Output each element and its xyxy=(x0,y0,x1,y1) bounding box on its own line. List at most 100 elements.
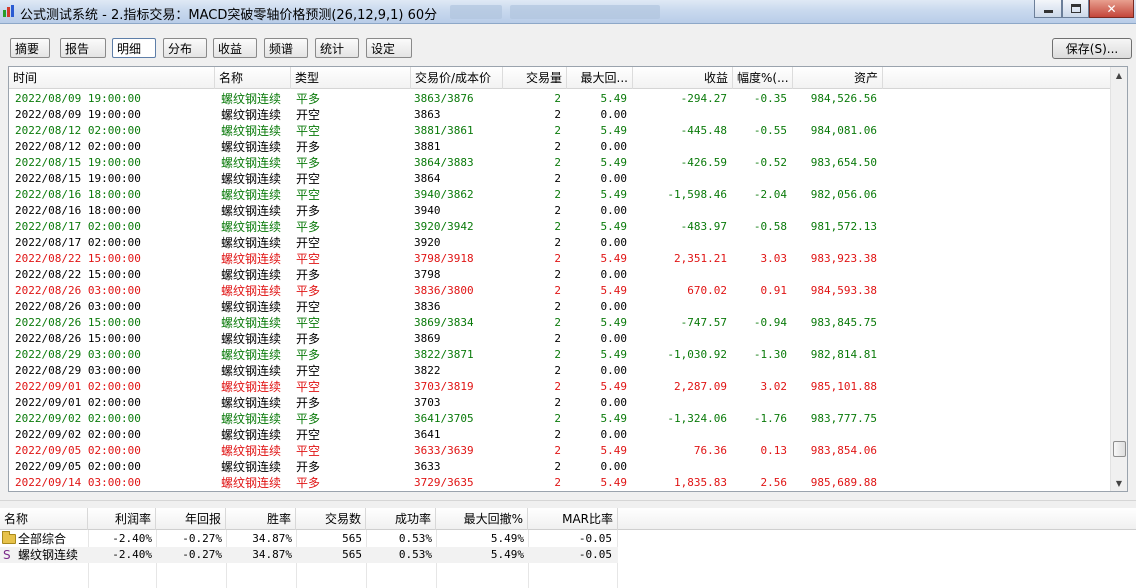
table-row[interactable]: 2022/08/09 19:00:00 螺纹钢连续 平多 3863/3876 2 5.49… xyxy=(9,91,1111,107)
trade-detail-list[interactable]: 时间 名称 类型 交易价/成本价 交易量 最大回... 收益 幅度%(... 资… xyxy=(8,66,1128,492)
cell-time: 2022/08/12 02:00:00 xyxy=(15,124,141,137)
col-header-volume[interactable]: 交易量 xyxy=(503,67,567,89)
tab-statistics[interactable]: 统计 xyxy=(315,38,359,58)
tab-settings[interactable]: 设定 xyxy=(366,38,412,58)
cell-name: 螺纹钢连续 xyxy=(221,108,282,122)
close-button[interactable]: ✕ xyxy=(1089,0,1134,18)
tab-toolbar: 摘要 报告 明细 分布 收益 频谱 统计 设定 保存(S)... xyxy=(0,26,1136,64)
cell-name: 螺纹钢连续 xyxy=(221,316,282,330)
table-row[interactable]: 2022/08/26 03:00:00 螺纹钢连续 平多 3836/3800 2 5.49… xyxy=(9,283,1111,299)
sum-col-mar-ratio[interactable]: MAR比率 xyxy=(528,508,618,530)
sum-cell-annual-return: -0.27% xyxy=(182,532,222,545)
cell-price: 3940/3862 xyxy=(414,188,474,201)
cell-pct: -0.35 xyxy=(753,92,787,105)
detail-scrollbar[interactable]: ▲ ▼ xyxy=(1110,67,1127,491)
cell-name: 螺纹钢连续 xyxy=(221,172,282,186)
table-row[interactable]: 2022/08/26 03:00:00 螺纹钢连续 开空 3836 2 0.00 xyxy=(9,299,1111,315)
col-header-max-drawdown[interactable]: 最大回... xyxy=(567,67,633,89)
table-row[interactable]: 2022/09/14 03:00:00 螺纹钢连续 平多 3729/3635 2 5.49… xyxy=(9,475,1111,491)
table-row[interactable]: 2022/08/26 15:00:00 螺纹钢连续 开多 3869 2 0.00 xyxy=(9,331,1111,347)
cell-profit: -1,598.46 xyxy=(667,188,727,201)
table-row[interactable]: 2022/08/26 15:00:00 螺纹钢连续 平空 3869/3834 2 5.49… xyxy=(9,315,1111,331)
cell-pct: 2.56 xyxy=(760,476,788,489)
cell-asset: 982,056.06 xyxy=(810,188,877,201)
tab-report[interactable]: 报告 xyxy=(60,38,106,58)
table-row[interactable]: 2022/08/09 19:00:00 螺纹钢连续 开空 3863 2 0.00 xyxy=(9,107,1111,123)
sum-col-success-rate[interactable]: 成功率 xyxy=(366,508,436,530)
cell-time: 2022/09/02 02:00:00 xyxy=(15,428,141,441)
cell-pct: -0.55 xyxy=(753,124,787,137)
folder-icon xyxy=(2,531,16,544)
cell-pct: 3.03 xyxy=(760,252,788,265)
minimize-button[interactable] xyxy=(1034,0,1062,18)
cell-name: 螺纹钢连续 xyxy=(221,428,282,442)
sum-col-name[interactable]: 名称 xyxy=(0,508,88,530)
col-header-name[interactable]: 名称 xyxy=(215,67,291,89)
col-header-type[interactable]: 类型 xyxy=(291,67,411,89)
cell-pct: -2.04 xyxy=(753,188,787,201)
scroll-thumb[interactable] xyxy=(1113,441,1126,457)
table-row[interactable]: 2022/08/17 02:00:00 螺纹钢连续 开空 3920 2 0.00 xyxy=(9,235,1111,251)
cell-name: 螺纹钢连续 xyxy=(221,412,282,426)
sum-col-profit-rate[interactable]: 利润率 xyxy=(88,508,156,530)
cell-max-drawdown: 0.00 xyxy=(600,236,628,249)
scroll-up-icon[interactable]: ▲ xyxy=(1111,67,1127,83)
col-header-time[interactable]: 时间 xyxy=(9,67,215,89)
window-title: 公式测试系统 - 2.指标交易：MACD突破零轴价格预测(26,12,9,1) … xyxy=(20,8,438,23)
table-row[interactable]: 2022/09/01 02:00:00 螺纹钢连续 开多 3703 2 0.00 xyxy=(9,395,1111,411)
sum-col-win-rate[interactable]: 胜率 xyxy=(226,508,296,530)
table-row[interactable]: 2022/08/12 02:00:00 螺纹钢连续 平空 3881/3861 2 5.49… xyxy=(9,123,1111,139)
cell-max-drawdown: 0.00 xyxy=(600,460,628,473)
cell-time: 2022/08/26 03:00:00 xyxy=(15,284,141,297)
table-row[interactable]: 2022/09/02 02:00:00 螺纹钢连续 平多 3641/3705 2 5.49… xyxy=(9,411,1111,427)
cell-max-drawdown: 0.00 xyxy=(600,364,628,377)
cell-price: 3836/3800 xyxy=(414,284,474,297)
col-header-profit[interactable]: 收益 xyxy=(633,67,733,89)
tab-distribution[interactable]: 分布 xyxy=(163,38,207,58)
cell-time: 2022/08/29 03:00:00 xyxy=(15,364,141,377)
table-row[interactable]: 2022/08/15 19:00:00 螺纹钢连续 开空 3864 2 0.00 xyxy=(9,171,1111,187)
table-row[interactable]: 2022/08/15 19:00:00 螺纹钢连续 平多 3864/3883 2 5.49… xyxy=(9,155,1111,171)
sum-col-max-drawdown[interactable]: 最大回撤% xyxy=(436,508,528,530)
col-header-asset[interactable]: 资产 xyxy=(793,67,883,89)
pane-splitter[interactable] xyxy=(0,500,1136,508)
cell-volume: 2 xyxy=(554,108,561,121)
cell-profit: -1,324.06 xyxy=(667,412,727,425)
table-row[interactable]: 2022/09/05 02:00:00 螺纹钢连续 平空 3633/3639 2 5.49… xyxy=(9,443,1111,459)
cell-max-drawdown: 5.49 xyxy=(600,412,628,425)
table-row[interactable]: 2022/08/12 02:00:00 螺纹钢连续 开多 3881 2 0.00 xyxy=(9,139,1111,155)
table-row[interactable]: 2022/08/29 03:00:00 螺纹钢连续 平多 3822/3871 2 5.49… xyxy=(9,347,1111,363)
summary-row[interactable]: 全部综合 -2.40% -0.27% 34.87% 565 0.53% 5.49% -0.05 xyxy=(0,531,618,547)
summary-row[interactable]: S 螺纹钢连续 -2.40% -0.27% 34.87% 565 0.53% 5.49% -0.… xyxy=(0,547,618,563)
sum-col-trade-count[interactable]: 交易数 xyxy=(296,508,366,530)
tab-spectrum[interactable]: 频谱 xyxy=(264,38,308,58)
table-row[interactable]: 2022/08/17 02:00:00 螺纹钢连续 平多 3920/3942 2 5.49… xyxy=(9,219,1111,235)
scroll-down-icon[interactable]: ▼ xyxy=(1111,475,1127,491)
maximize-button[interactable] xyxy=(1062,0,1089,18)
table-row[interactable]: 2022/08/22 15:00:00 螺纹钢连续 平空 3798/3918 2 5.49… xyxy=(9,251,1111,267)
cell-profit: 2,351.21 xyxy=(674,252,727,265)
table-row[interactable]: 2022/09/05 02:00:00 螺纹钢连续 开多 3633 2 0.00 xyxy=(9,459,1111,475)
col-header-pct[interactable]: 幅度%(... xyxy=(733,67,793,89)
summary-list[interactable]: 名称 利润率 年回报 胜率 交易数 成功率 最大回撤% MAR比率 全部综合 -2… xyxy=(0,508,1136,588)
cell-price: 3836 xyxy=(414,300,441,313)
table-row[interactable]: 2022/08/22 15:00:00 螺纹钢连续 开多 3798 2 0.00 xyxy=(9,267,1111,283)
cell-type: 开空 xyxy=(296,108,321,122)
cell-asset: 984,526.56 xyxy=(810,92,877,105)
table-row[interactable]: 2022/08/16 18:00:00 螺纹钢连续 平空 3940/3862 2 5.49… xyxy=(9,187,1111,203)
cell-type: 开多 xyxy=(296,204,321,218)
table-row[interactable]: 2022/08/16 18:00:00 螺纹钢连续 开多 3940 2 0.00 xyxy=(9,203,1111,219)
table-row[interactable]: 2022/09/01 02:00:00 螺纹钢连续 平空 3703/3819 2 5.49… xyxy=(9,379,1111,395)
col-header-price[interactable]: 交易价/成本价 xyxy=(411,67,503,89)
sum-cell-win-rate: 34.87% xyxy=(252,548,292,561)
cell-price: 3920/3942 xyxy=(414,220,474,233)
table-row[interactable]: 2022/08/29 03:00:00 螺纹钢连续 开空 3822 2 0.00 xyxy=(9,363,1111,379)
sum-col-annual-return[interactable]: 年回报 xyxy=(156,508,226,530)
cell-price: 3863 xyxy=(414,108,441,121)
tab-summary[interactable]: 摘要 xyxy=(10,38,50,58)
table-row[interactable]: 2022/09/02 02:00:00 螺纹钢连续 开空 3641 2 0.00 xyxy=(9,427,1111,443)
tab-detail[interactable]: 明细 xyxy=(112,38,156,58)
cell-type: 开多 xyxy=(296,268,321,282)
tab-returns[interactable]: 收益 xyxy=(213,38,257,58)
save-button[interactable]: 保存(S)... xyxy=(1052,38,1132,59)
